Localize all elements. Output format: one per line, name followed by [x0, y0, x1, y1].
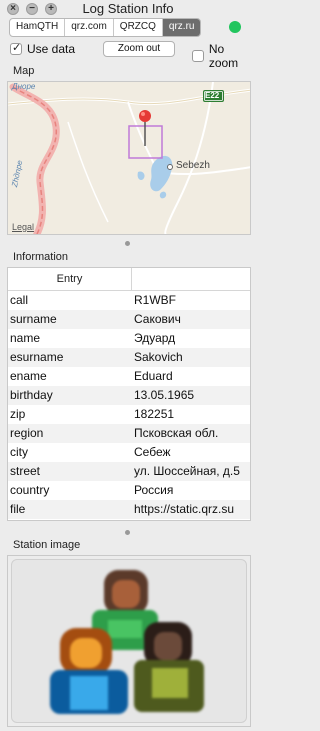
- station-image-section-label: Station image: [13, 539, 81, 551]
- window-title: Log Station Info: [82, 1, 174, 16]
- source-tabs: HamQTH qrz.com QRZCQ qrz.ru: [9, 18, 202, 37]
- field-value: 13.05.1965: [134, 388, 195, 402]
- field-name: esurname: [10, 350, 64, 364]
- station-image: [11, 559, 247, 723]
- map-section-label: Map: [13, 65, 35, 77]
- table-row[interactable]: name Эдуард: [8, 329, 250, 348]
- field-name: region: [10, 426, 44, 440]
- table-row[interactable]: esurname Sakovich: [8, 348, 250, 367]
- table-row[interactable]: birthday 13.05.1965: [8, 386, 250, 405]
- town-label: Sebezh: [176, 160, 210, 171]
- field-value: Псковская обл.: [134, 426, 219, 440]
- table-row[interactable]: ename Eduard: [8, 367, 250, 386]
- table-body: call R1WBF surname Сакович name Эдуард esurnam…: [8, 291, 250, 519]
- field-name: file: [10, 502, 26, 516]
- table-row[interactable]: zip 182251: [8, 405, 250, 424]
- column-header-entry[interactable]: Entry: [8, 268, 132, 290]
- information-table: Entry call R1WBF surname Сакович name Эдуард e…: [7, 267, 251, 521]
- field-value: https://static.qrz.su: [134, 502, 235, 516]
- table-row[interactable]: country Россия: [8, 481, 250, 500]
- field-name: city: [10, 445, 28, 459]
- no-zoom-label: No zoom: [208, 42, 239, 70]
- field-value: Себеж: [134, 445, 171, 459]
- field-name: ename: [10, 369, 47, 383]
- use-data-label: Use data: [27, 42, 76, 56]
- tab-qrz-ru[interactable]: qrz.ru: [162, 19, 201, 36]
- field-value: Eduard: [134, 369, 173, 383]
- field-name: country: [10, 483, 50, 497]
- map-view[interactable]: E22 Sebezh Дноре Zhдnpe Legal: [7, 81, 251, 235]
- field-name: call: [10, 293, 29, 307]
- status-indicator: [229, 21, 241, 33]
- title-bar: × − + Log Station Info: [0, 0, 256, 17]
- split-handle[interactable]: [125, 241, 130, 246]
- checkbox-box[interactable]: [192, 50, 204, 62]
- field-value: Sakovich: [134, 350, 183, 364]
- station-image-frame: [7, 555, 251, 727]
- field-value: Россия: [134, 483, 174, 497]
- tab-hamqth[interactable]: HamQTH: [10, 19, 66, 36]
- field-name: surname: [10, 312, 57, 326]
- tab-qrzcq[interactable]: QRZCQ: [114, 19, 163, 36]
- split-handle[interactable]: [125, 530, 130, 535]
- no-zoom-checkbox[interactable]: No zoom: [192, 42, 256, 70]
- table-header: Entry: [8, 268, 250, 291]
- field-value: Эдуард: [134, 331, 176, 345]
- field-name: birthday: [10, 388, 53, 402]
- table-row[interactable]: surname Сакович: [8, 310, 250, 329]
- use-data-checkbox[interactable]: Use data: [10, 41, 76, 56]
- field-value: R1WBF: [134, 293, 176, 307]
- tab-qrz-com[interactable]: qrz.com: [65, 19, 114, 36]
- table-row[interactable]: city Себеж: [8, 443, 250, 462]
- table-row[interactable]: file https://static.qrz.su: [8, 500, 250, 519]
- zoom-out-button[interactable]: Zoom out: [103, 41, 175, 57]
- table-row[interactable]: region Псковская обл.: [8, 424, 250, 443]
- river-label: Дноре: [12, 82, 36, 91]
- information-section-label: Information: [13, 251, 69, 263]
- field-name: street: [10, 464, 41, 478]
- field-name: zip: [10, 407, 26, 421]
- field-value: ул. Шоссейная, д.5: [134, 464, 240, 478]
- table-row[interactable]: call R1WBF: [8, 291, 250, 310]
- field-value: 182251: [134, 407, 175, 421]
- column-header-value[interactable]: [132, 268, 250, 290]
- field-name: name: [10, 331, 41, 345]
- table-row[interactable]: street ул. Шоссейная, д.5: [8, 462, 250, 481]
- field-value: Сакович: [134, 312, 181, 326]
- road-badge: E22: [205, 91, 220, 100]
- legal-link[interactable]: Legal: [12, 222, 34, 232]
- checkbox-box[interactable]: [10, 41, 22, 55]
